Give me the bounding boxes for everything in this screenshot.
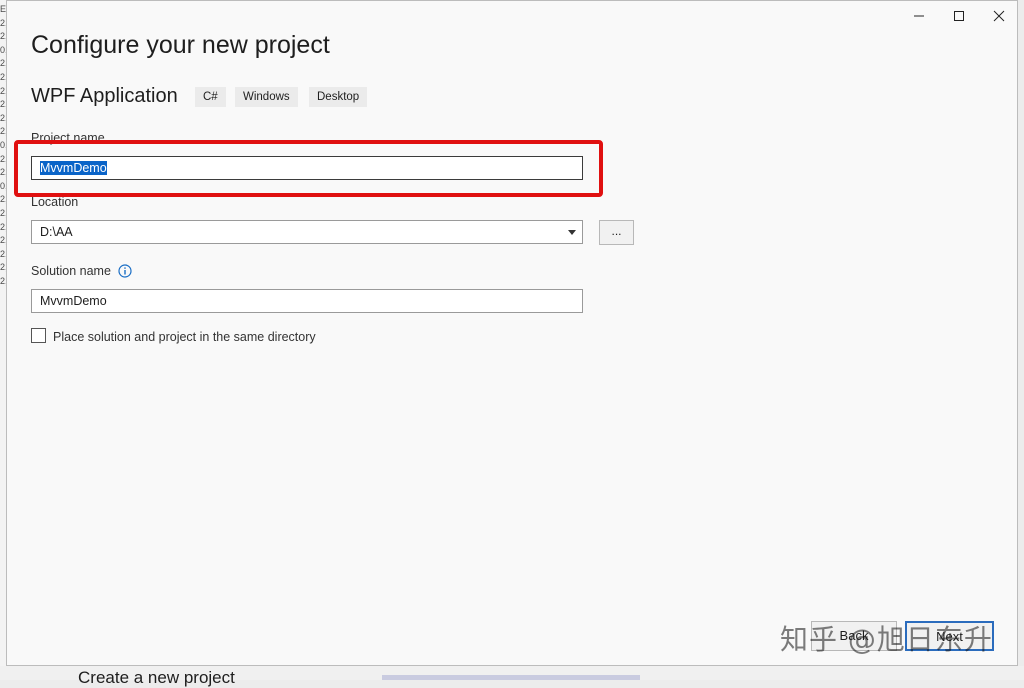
page-title: Configure your new project xyxy=(31,31,330,59)
solution-name-input[interactable]: MvvmDemo xyxy=(31,289,583,313)
configure-project-dialog: Configure your new project WPF Applicati… xyxy=(6,0,1018,666)
tag-platform: Windows xyxy=(235,87,298,107)
close-button[interactable] xyxy=(985,5,1013,27)
maximize-icon xyxy=(954,11,964,21)
minimize-button[interactable] xyxy=(905,5,933,27)
red-highlight-box xyxy=(14,140,603,197)
background-bar xyxy=(382,675,640,680)
same-directory-checkbox[interactable] xyxy=(31,328,46,343)
chevron-down-icon xyxy=(568,230,576,235)
location-value: D:\AA xyxy=(40,225,73,239)
maximize-button[interactable] xyxy=(945,5,973,27)
background-title: Create a new project xyxy=(78,668,235,687)
watermark: 知乎 @旭日东升 xyxy=(780,623,993,656)
tag-language: C# xyxy=(195,87,226,107)
same-directory-label: Place solution and project in the same d… xyxy=(53,330,316,344)
location-combobox[interactable]: D:\AA xyxy=(31,220,583,244)
browse-location-button[interactable]: ... xyxy=(599,220,634,245)
solution-name-label-text: Solution name xyxy=(31,264,111,278)
location-label: Location xyxy=(31,195,79,209)
info-icon[interactable] xyxy=(118,264,133,278)
close-icon xyxy=(993,10,1005,22)
minimize-icon xyxy=(914,15,924,17)
tag-project-type: Desktop xyxy=(309,87,368,107)
solution-name-value: MvvmDemo xyxy=(40,294,107,308)
solution-name-label: Solution name xyxy=(31,264,133,278)
template-name: WPF Application xyxy=(31,85,178,107)
